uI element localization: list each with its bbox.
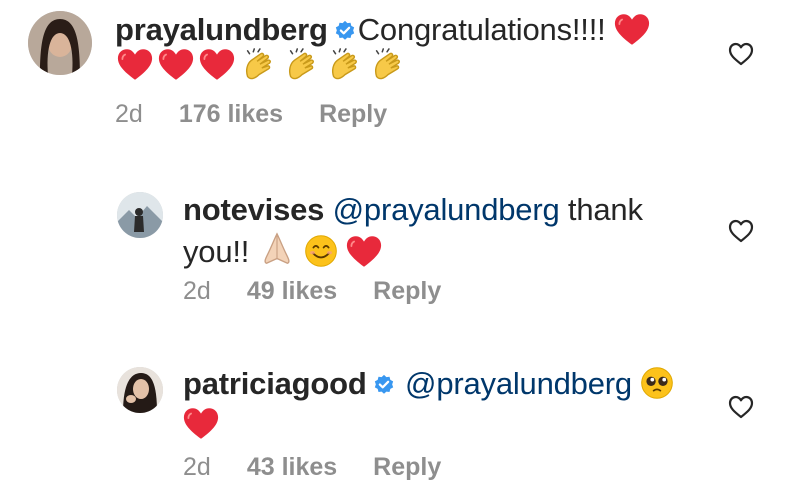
red-heart-icon xyxy=(117,48,153,86)
clapping-hands-icon xyxy=(369,48,407,86)
smiling-face-icon xyxy=(304,234,338,268)
comment-text: prayalundberg Congratulations!!!! xyxy=(115,10,675,50)
likes-count[interactable]: 49 likes xyxy=(247,277,337,306)
comment-time: 2d xyxy=(115,100,143,128)
likes-count[interactable]: 176 likes xyxy=(179,100,283,129)
comment-time: 2d xyxy=(183,277,211,305)
avatar-image xyxy=(117,192,163,238)
red-heart-icon xyxy=(614,13,650,46)
clapping-hands-icon xyxy=(283,48,321,86)
comment-body: thank xyxy=(559,192,643,227)
heart-outline-icon xyxy=(728,42,754,66)
heart-outline-icon xyxy=(728,395,754,419)
red-heart-icon xyxy=(183,407,219,440)
comment-username[interactable]: patriciagood xyxy=(183,366,367,401)
red-heart-icon xyxy=(158,48,194,86)
comment-time: 2d xyxy=(183,453,211,481)
like-button[interactable] xyxy=(728,395,754,419)
mention-link[interactable]: @prayalundberg xyxy=(333,192,560,227)
reply-button[interactable]: Reply xyxy=(319,100,387,129)
comment-username[interactable]: prayalundberg xyxy=(115,12,328,47)
pleading-face-icon xyxy=(640,366,674,400)
verified-badge-icon xyxy=(373,374,395,396)
emoji-row xyxy=(117,48,407,86)
comment-text: notevises @prayalundberg thank you!! xyxy=(183,190,663,272)
avatar[interactable] xyxy=(28,11,92,75)
avatar-image xyxy=(117,367,163,413)
reply-button[interactable]: Reply xyxy=(373,453,441,482)
comment-body: Congratulations!!!! xyxy=(357,12,606,47)
comment-text: patriciagood @prayalundberg xyxy=(183,364,703,444)
mention-link[interactable]: @prayalundberg xyxy=(405,366,632,401)
folded-hands-icon xyxy=(258,230,296,268)
comment-meta: 2d 176 likes Reply xyxy=(115,100,387,129)
comment-body-line2: you!! xyxy=(183,234,250,269)
red-heart-icon xyxy=(199,48,235,86)
avatar[interactable] xyxy=(117,367,163,413)
heart-outline-icon xyxy=(728,219,754,243)
comment-username[interactable]: notevises xyxy=(183,192,324,227)
comment-meta: 2d 49 likes Reply xyxy=(183,277,441,306)
likes-count[interactable]: 43 likes xyxy=(247,453,337,482)
like-button[interactable] xyxy=(728,42,754,66)
red-heart-icon xyxy=(346,235,382,268)
reply-button[interactable]: Reply xyxy=(373,277,441,306)
clapping-hands-icon xyxy=(326,48,364,86)
comment-meta: 2d 43 likes Reply xyxy=(183,453,441,482)
verified-badge-icon xyxy=(334,20,356,42)
clapping-hands-icon xyxy=(240,48,278,86)
avatar-image xyxy=(28,11,92,75)
avatar[interactable] xyxy=(117,192,163,238)
like-button[interactable] xyxy=(728,219,754,243)
